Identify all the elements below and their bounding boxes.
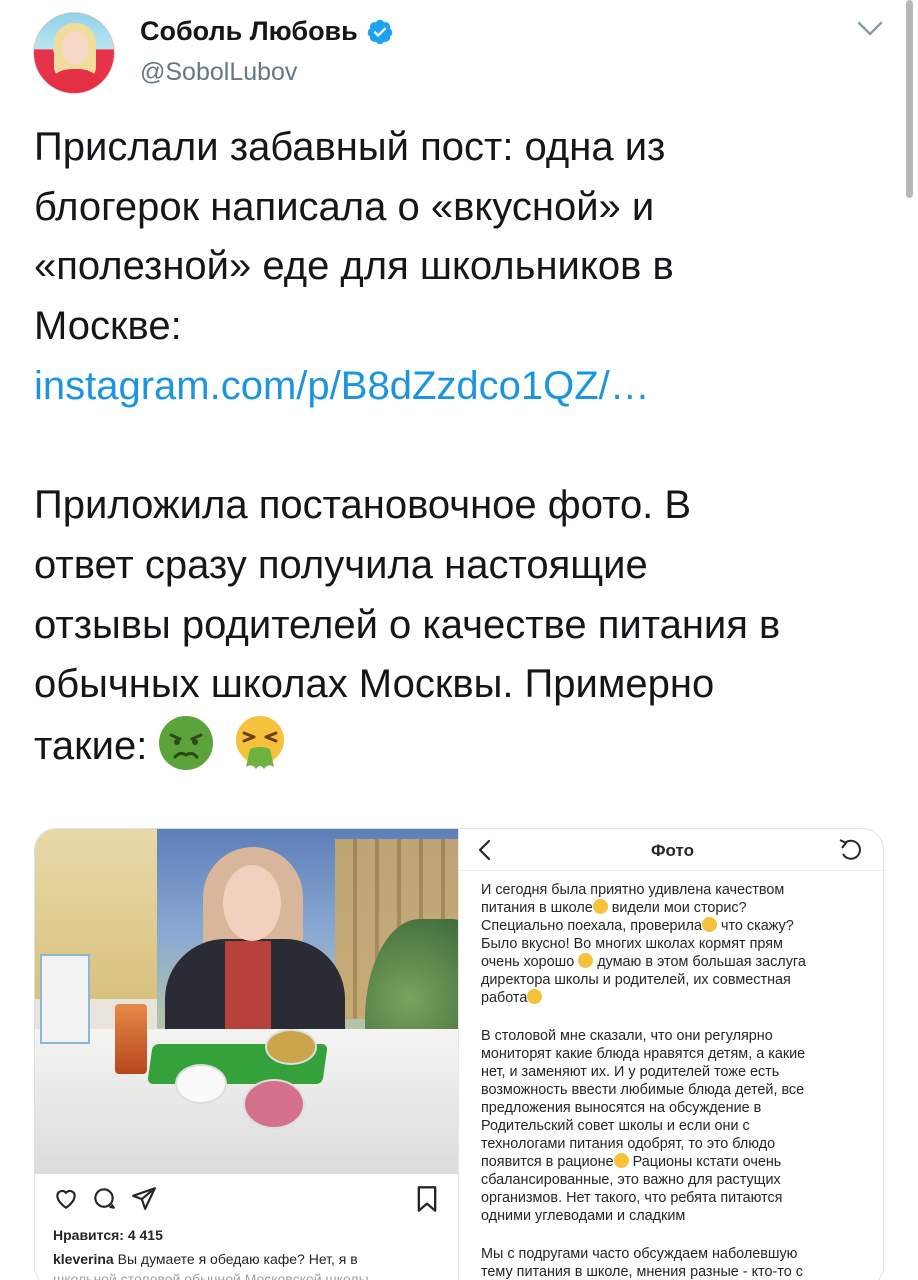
text-line: мониторят какие блюда нравятся детям, а … [481,1046,806,1062]
ok-hand-icon [701,917,717,932]
caption-text-cut: школьной столовой обычной Московской шко… [53,1271,369,1280]
tweet-line: отзывы родителей о качестве питания в [34,602,781,647]
text-line: тему питания в школе, мнения разные - кт… [481,1264,803,1280]
tweet-text: Прислали забавный пост: одна из блогерок… [34,118,894,777]
author-handle[interactable]: @SobolLubov [140,58,297,87]
tweet-line: обычных школах Москвы. Примерно [34,662,715,707]
photo-screen-topbar: Фото [459,829,883,871]
text-line: видели мои сторис? [611,900,747,916]
thumbs-up-icon [592,899,608,914]
instagram-actions-bar [53,1185,443,1215]
tweet-line: такие: [34,724,148,769]
yum-face-icon [578,953,594,968]
tweet-line: блогерок написала о «вкусной» и [34,184,655,229]
text-line: сбалансированные, это важно для растущих [481,1172,781,1188]
text-line: возможность ввести любимые блюда детей, … [481,1082,805,1098]
instagram-link[interactable]: instagram.com/p/B8dZzdco1QZ/… [34,364,650,408]
tweet-media-card[interactable]: Нравится: 4 415 kleverina Вы думаете я о… [34,828,884,1280]
post-caption: kleverina Вы думаете я обедаю кафе? Нет,… [53,1249,453,1280]
share-icon[interactable] [131,1185,157,1211]
likes-count: Нравится: 4 415 [53,1227,163,1243]
text-line: Было вкусно! Во многих школах кормят пря… [481,936,783,952]
caption-username[interactable]: kleverina [53,1251,114,1267]
chevron-down-icon[interactable] [857,20,883,38]
author-name-row[interactable]: Соболь Любовь [140,16,394,47]
photo-text-screenshot: Фото И сегодня была приятно удивлена кач… [458,829,883,1280]
tweet-line: Прислали забавный пост: одна из [34,125,666,169]
text-line: Специально поехала, проверила [481,918,702,934]
tweet-line: ответ сразу получила настоящие [34,542,648,587]
text-line: очень хорошо [481,954,575,970]
avatar[interactable] [33,12,115,94]
tweet-line: Приложила постановочное фото. В [34,483,692,528]
text-line: директора школы и родителей, их совместн… [481,972,791,988]
wink-face-icon [527,989,543,1004]
verified-badge-icon [367,19,393,44]
text-line: Родительский совет школы и если они с [481,1118,750,1134]
vomiting-face-icon [235,716,284,770]
text-line: думаю в этом большая заслуга [597,954,806,970]
text-line: В столовой мне сказали, что они регулярн… [481,1028,773,1044]
tweet-header: Соболь Любовь @SobolLubov [0,0,918,110]
text-line: нет, и заменяют их. И у родителей тоже е… [481,1064,780,1080]
bookmark-icon[interactable] [415,1185,439,1213]
comment-icon[interactable] [91,1185,117,1211]
text-line: Рационы кстати очень [632,1154,782,1170]
text-line: что скажу? [720,918,794,934]
text-line: предложения выносятся на обсуждение в [481,1100,762,1116]
caption-text: Вы думаете я обедаю кафе? Нет, я в [117,1251,358,1267]
scrollbar[interactable] [906,0,913,198]
photo-screen-title: Фото [651,841,694,860]
text-line: технологами питания одобрят, то это блюд… [481,1136,776,1152]
text-line: И сегодня была приятно удивлена качество… [481,882,785,898]
text-line: работа [481,990,528,1006]
tweet-line: Москве: [34,304,182,349]
refresh-icon[interactable] [837,837,865,863]
heart-icon[interactable] [53,1185,79,1211]
author-display-name[interactable]: Соболь Любовь [140,16,358,47]
food-photo [35,829,458,1174]
tweet-line: «полезной» еде для школьников в [34,244,674,289]
text-line: появится в рационе [481,1154,614,1170]
text-line: организмов. Нет такого, что ребята питаю… [481,1190,783,1206]
text-line: одними углеводами и сладким [481,1208,686,1224]
photo-screen-text: И сегодня была приятно удивлена качество… [481,881,876,1280]
wink-face-icon [613,1153,629,1168]
text-line: питания в школе [481,900,593,916]
text-line: Мы с подругами часто обсуждаем наболевшу… [481,1246,798,1262]
instagram-post-screenshot: Нравится: 4 415 kleverina Вы думаете я о… [35,829,458,1280]
nauseated-face-icon [159,716,214,771]
